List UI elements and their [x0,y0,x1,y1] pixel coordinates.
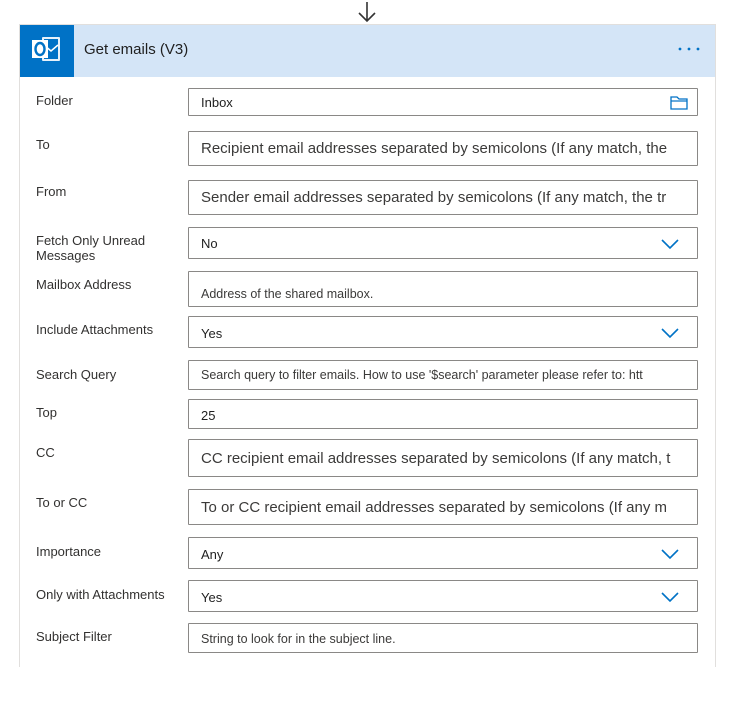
field-row-fetch-unread: Fetch Only Unread Messages No [20,225,715,267]
cc-placeholder: CC recipient email addresses separated b… [201,450,671,467]
subject-filter-placeholder: String to look for in the subject line. [201,632,396,646]
folder-icon[interactable] [669,93,689,111]
ellipsis-icon[interactable] [675,36,703,60]
top-input[interactable]: 25 [188,399,698,429]
field-label-from: From [36,184,67,199]
action-card: Get emails (V3) Folder Inbox To Recipien… [19,24,716,667]
card-title: Get emails (V3) [84,41,189,58]
field-row-include-attachments: Include Attachments Yes [20,313,715,353]
include-attachments-value: Yes [201,326,223,341]
from-placeholder: Sender email addresses separated by semi… [201,189,667,206]
importance-dropdown[interactable]: Any [188,537,698,569]
field-row-subject-filter: Subject Filter String to look for in the… [20,621,715,657]
fetch-unread-value: No [201,236,218,251]
chevron-down-icon [661,549,679,560]
field-label-only-attachments: Only with Attachments [36,587,165,602]
field-label-include-attachments: Include Attachments [36,322,154,337]
field-label-importance: Importance [36,544,102,559]
outlook-icon [20,25,74,77]
field-label-top: Top [36,405,57,420]
folder-input[interactable]: Inbox [188,88,698,116]
field-label-to: To [36,137,50,152]
field-label-mailbox: Mailbox Address [36,277,132,292]
search-query-placeholder: Search query to filter emails. How to us… [201,368,643,382]
field-row-from: From Sender email addresses separated by… [20,177,715,221]
to-placeholder: Recipient email addresses separated by s… [201,140,668,157]
field-label-to-or-cc: To or CC [36,495,88,510]
field-label-folder: Folder [36,93,73,108]
only-attachments-value: Yes [201,590,223,605]
field-row-only-attachments: Only with Attachments Yes [20,578,715,618]
field-row-to-or-cc: To or CC To or CC recipient email addres… [20,487,715,533]
field-row-to: To Recipient email addresses separated b… [20,129,715,173]
field-row-folder: Folder Inbox [20,86,715,122]
to-input[interactable]: Recipient email addresses separated by s… [188,131,698,166]
importance-value: Any [201,547,224,562]
chevron-down-icon [661,328,679,339]
fetch-unread-dropdown[interactable]: No [188,227,698,259]
to-or-cc-placeholder: To or CC recipient email addresses separ… [201,499,668,516]
card-header[interactable]: Get emails (V3) [20,25,715,77]
only-attachments-dropdown[interactable]: Yes [188,580,698,612]
field-row-top: Top 25 [20,397,715,433]
from-input[interactable]: Sender email addresses separated by semi… [188,180,698,215]
arrow-down-icon [358,2,376,23]
folder-value: Inbox [201,95,233,110]
field-row-mailbox: Mailbox Address Address of the shared ma… [20,269,715,313]
to-or-cc-input[interactable]: To or CC recipient email addresses separ… [188,489,698,525]
chevron-down-icon [661,592,679,603]
include-attachments-dropdown[interactable]: Yes [188,316,698,348]
field-label-cc: CC [36,445,55,460]
subject-filter-input[interactable]: String to look for in the subject line. [188,623,698,653]
top-value: 25 [201,408,216,423]
field-label-fetch-unread: Fetch Only Unread Messages [36,233,146,263]
field-label-subject-filter: Subject Filter [36,629,112,644]
field-row-importance: Importance Any [20,535,715,575]
mailbox-input[interactable]: Address of the shared mailbox. [188,271,698,307]
cc-input[interactable]: CC recipient email addresses separated b… [188,439,698,477]
field-row-cc: CC CC recipient email addresses separate… [20,437,715,483]
mailbox-placeholder: Address of the shared mailbox. [201,287,374,301]
chevron-down-icon [661,239,679,250]
search-query-input[interactable]: Search query to filter emails. How to us… [188,360,698,390]
field-row-search-query: Search Query Search query to filter emai… [20,358,715,394]
field-label-search-query: Search Query [36,367,117,382]
